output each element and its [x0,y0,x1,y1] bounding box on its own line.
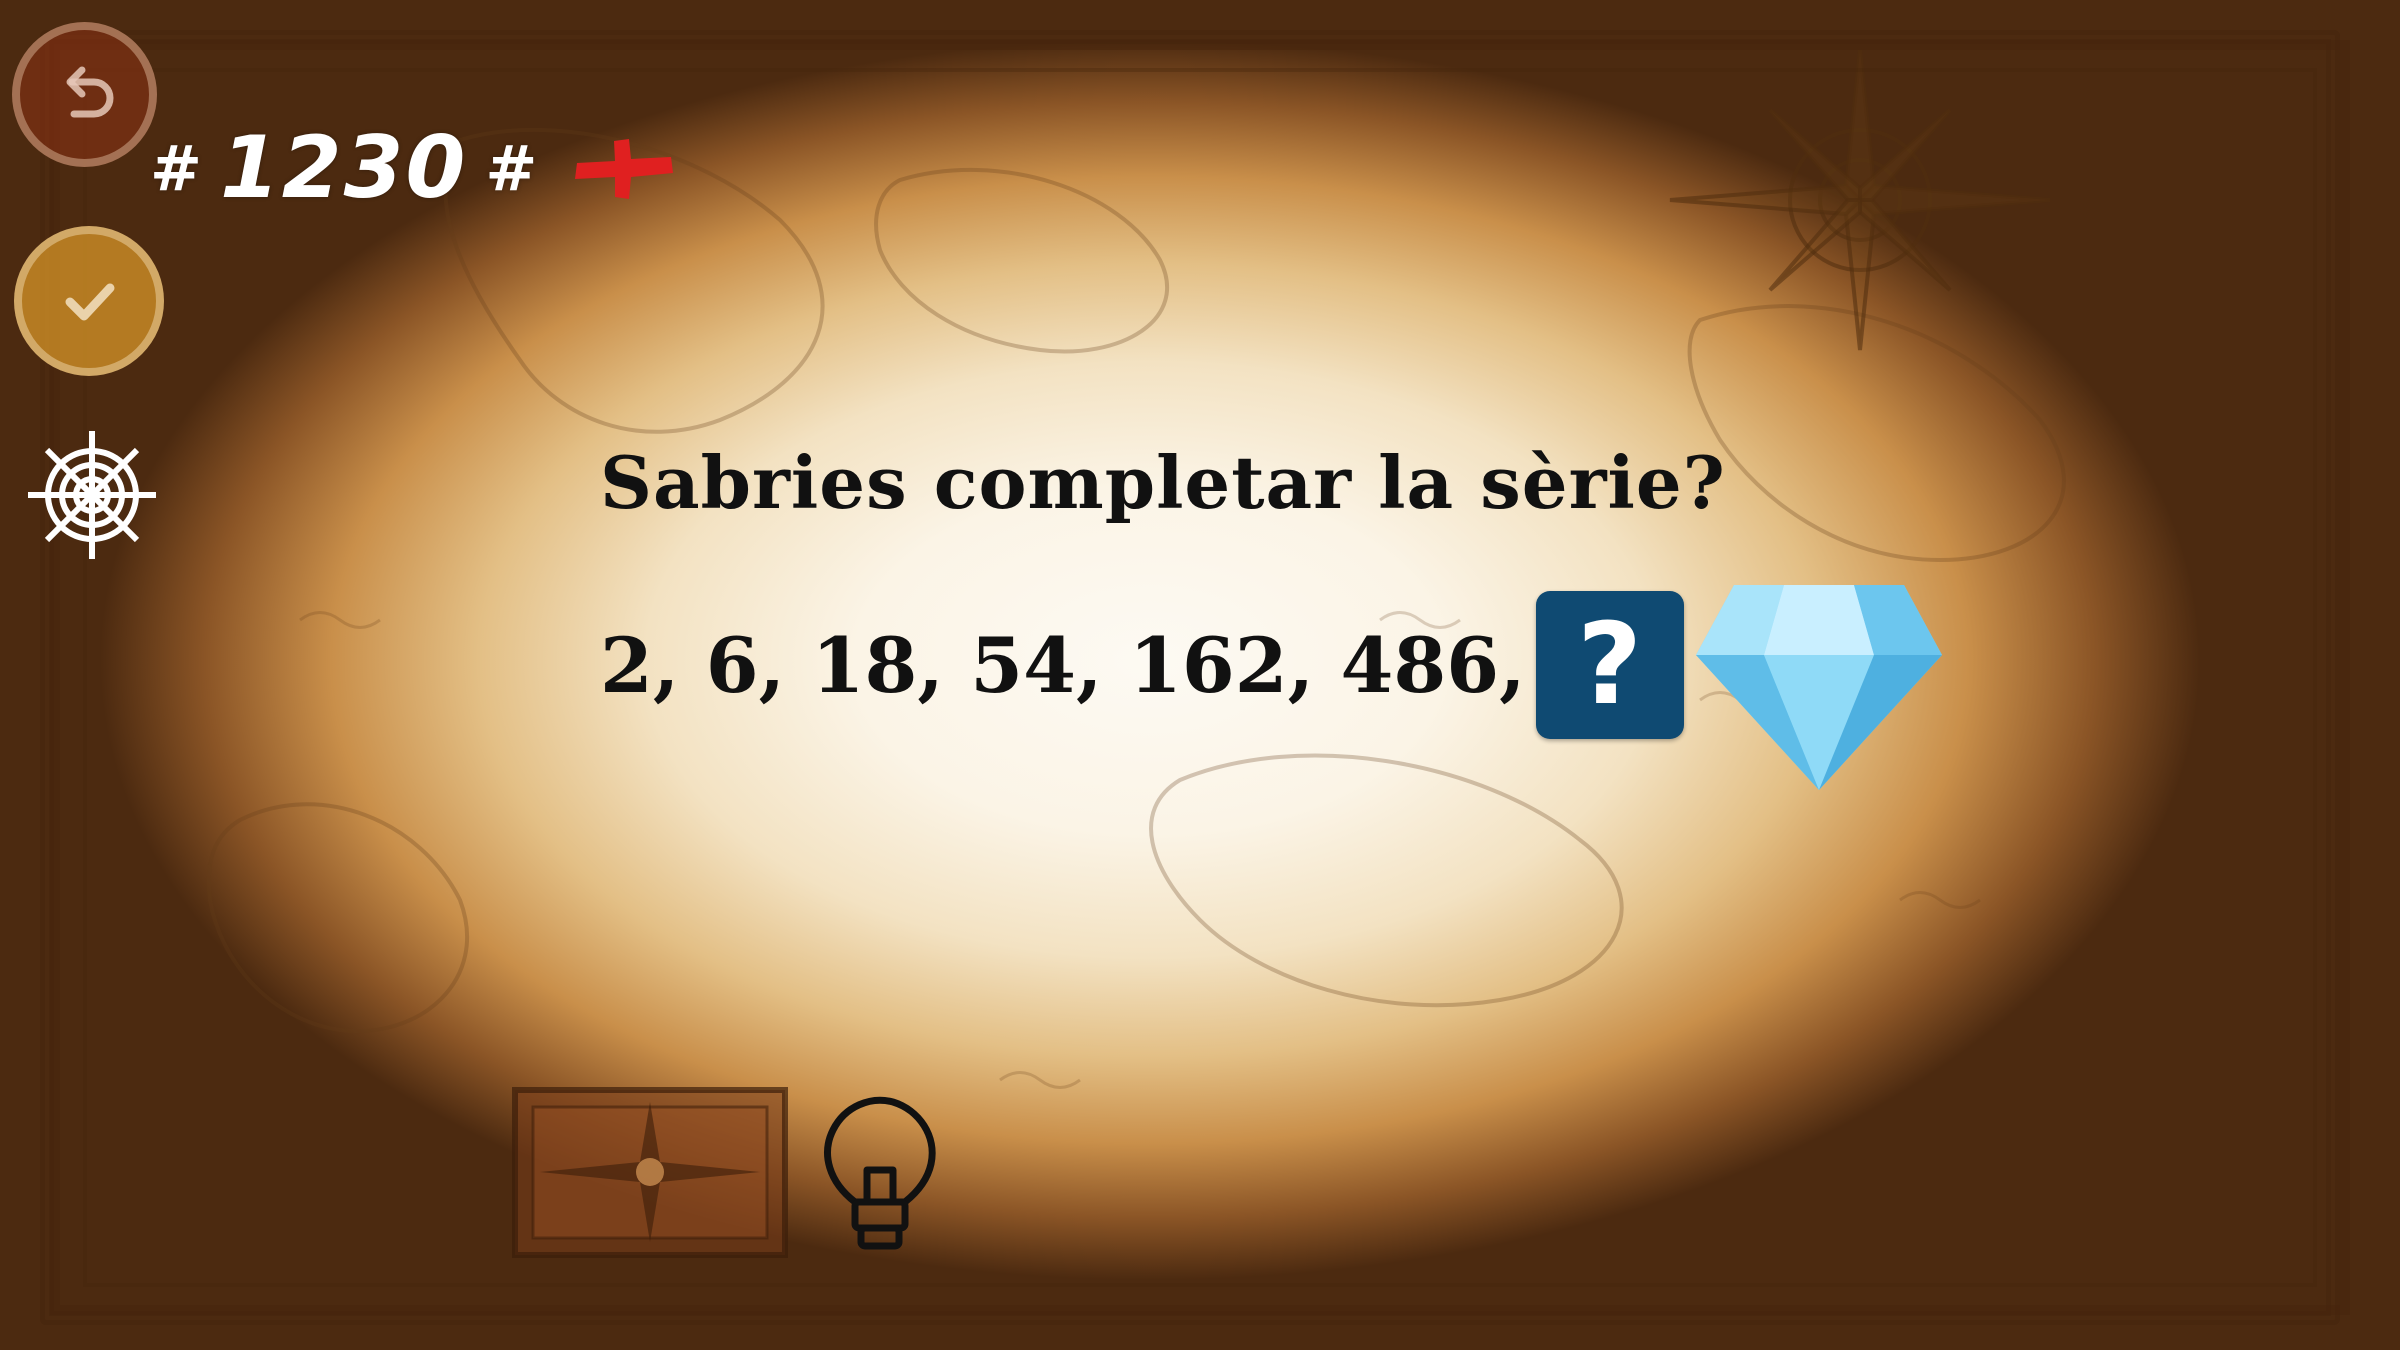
ship-wheel-icon [28,431,156,559]
lightbulb-icon [824,1096,936,1250]
number-series: 2, 6, 18, 54, 162, 486, [600,620,1526,710]
checkmark-icon [65,283,115,321]
level-hash-right: # [485,131,538,205]
game-screen: # 1230 # Sabries completar la sèrie? 2, … [0,0,2400,1350]
diamond-gem-icon [1695,585,1942,790]
puzzle-question: Sabries completar la sèrie? [600,440,1726,525]
undo-arrow-icon [66,66,113,117]
level-number: 1230 [219,118,468,218]
red-cross-marker-icon [575,139,674,199]
level-hash-left: # [150,131,202,205]
check-answer-button[interactable] [14,226,164,376]
hint-button[interactable] [815,1090,945,1260]
settings-button[interactable] [22,425,162,565]
compass-rose-box-icon [512,1087,788,1258]
back-button[interactable] [12,22,157,167]
level-indicator: # 1230 # [150,118,679,218]
answer-placeholder: ? [1577,600,1643,730]
answer-question-box[interactable]: ? [1535,591,1684,739]
series-row: 2, 6, 18, 54, 162, 486, ? [600,585,1944,790]
